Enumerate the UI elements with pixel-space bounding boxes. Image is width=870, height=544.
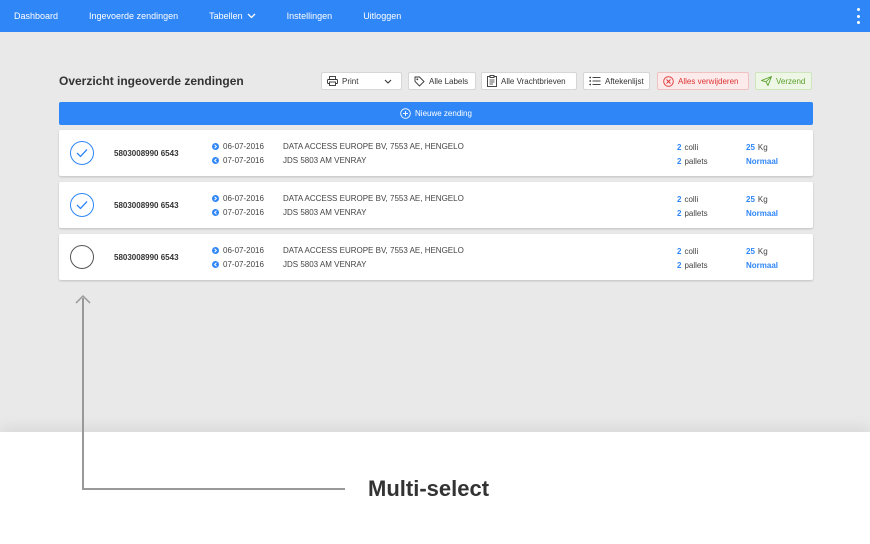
- page-title: Overzicht ingeoverde zendingen: [59, 74, 244, 88]
- pickup-line: 06-07-2016 DATA ACCESS EUROPE BV, 7553 A…: [212, 142, 464, 151]
- nav-dashboard[interactable]: Dashboard: [0, 11, 58, 21]
- shipment-id: 5803008990 6543: [114, 201, 179, 210]
- chevron-left-icon: [212, 261, 219, 268]
- aftekenlijst-button[interactable]: Aftekenlijst: [583, 72, 650, 90]
- tag-icon: [414, 76, 425, 87]
- kebab-vertical-icon[interactable]: [856, 8, 860, 24]
- nav-tabellen-label: Tabellen: [209, 11, 243, 21]
- delivery-date: 07-07-2016: [223, 156, 264, 165]
- plus-circle-icon: [400, 108, 411, 119]
- shipment-id: 5803008990 6543: [114, 253, 179, 262]
- shipment-id: 5803008990 6543: [114, 149, 179, 158]
- row-select-checkbox[interactable]: [70, 141, 94, 165]
- delete-all-label: Alles verwijderen: [678, 76, 739, 86]
- print-select[interactable]: Print: [321, 72, 402, 90]
- pickup-line: 06-07-2016 DATA ACCESS EUROPE BV, 7553 A…: [212, 246, 464, 255]
- chevron-left-icon: [212, 209, 219, 216]
- chevron-right-icon: [212, 247, 219, 254]
- delivery-line: 07-07-2016 JDS 5803 AM VENRAY: [212, 208, 366, 217]
- nav-instellingen[interactable]: Instellingen: [273, 11, 333, 21]
- nav-instellingen-label: Instellingen: [286, 11, 333, 21]
- all-vrachtbrieven-button[interactable]: Alle Vrachtbrieven: [481, 72, 577, 90]
- nav-ingevoerde-zendingen-label: Ingevoerde zendingen: [89, 11, 179, 21]
- annotation-pointer-line: [82, 488, 345, 490]
- send-button[interactable]: Verzend: [755, 72, 812, 90]
- send-date: 06-07-2016: [223, 142, 264, 151]
- annotation-label: Multi-select: [368, 476, 490, 501]
- chevron-right-icon: [212, 143, 219, 150]
- service-level: Normaal: [746, 157, 779, 166]
- arrow-up-icon: [75, 294, 91, 304]
- print-label: Print: [342, 76, 359, 86]
- nav-uitloggen[interactable]: Uitloggen: [349, 11, 401, 21]
- list-icon: [589, 76, 601, 86]
- send-date: 06-07-2016: [223, 246, 264, 255]
- chevron-down-icon: [247, 11, 256, 21]
- colli-count: 2 colli: [677, 143, 699, 152]
- service-level: Normaal: [746, 209, 779, 218]
- receiver-address: JDS 5803 AM VENRAY: [283, 208, 367, 217]
- sender-address: DATA ACCESS EUROPE BV, 7553 AE, HENGELO: [283, 246, 464, 255]
- paper-plane-icon: [761, 76, 772, 86]
- receiver-address: JDS 5803 AM VENRAY: [283, 260, 367, 269]
- row-select-checkbox[interactable]: [70, 193, 94, 217]
- nav-uitloggen-label: Uitloggen: [363, 11, 402, 21]
- aftekenlijst-label: Aftekenlijst: [605, 76, 644, 86]
- pallet-count: 2 pallets: [677, 261, 708, 270]
- sender-address: DATA ACCESS EUROPE BV, 7553 AE, HENGELO: [283, 194, 464, 203]
- weight: 25 Kg: [746, 247, 768, 256]
- check-icon: [76, 149, 88, 158]
- chevron-right-icon: [212, 195, 219, 202]
- sender-address: DATA ACCESS EUROPE BV, 7553 AE, HENGELO: [283, 142, 464, 151]
- chevron-left-icon: [212, 157, 219, 164]
- delivery-date: 07-07-2016: [223, 208, 264, 217]
- delivery-line: 07-07-2016 JDS 5803 AM VENRAY: [212, 260, 366, 269]
- all-vrachtbrieven-label: Alle Vrachtbrieven: [501, 76, 566, 86]
- colli-count: 2 colli: [677, 247, 699, 256]
- pallet-count: 2 pallets: [677, 209, 708, 218]
- new-shipment-button[interactable]: Nieuwe zending: [59, 102, 813, 125]
- send-label: Verzend: [776, 76, 806, 86]
- top-navbar: Dashboard Ingevoerde zendingen Tabellen …: [0, 0, 870, 32]
- check-icon: [76, 201, 88, 210]
- pickup-line: 06-07-2016 DATA ACCESS EUROPE BV, 7553 A…: [212, 194, 464, 203]
- receiver-address: JDS 5803 AM VENRAY: [283, 156, 367, 165]
- send-date: 06-07-2016: [223, 194, 264, 203]
- close-circle-icon: [663, 75, 674, 87]
- delete-all-button[interactable]: Alles verwijderen: [657, 72, 749, 90]
- all-labels-label: Alle Labels: [429, 76, 469, 86]
- shipment-row[interactable]: 5803008990 6543 06-07-2016 DATA ACCESS E…: [59, 182, 813, 228]
- nav-ingevoerde-zendingen[interactable]: Ingevoerde zendingen: [75, 11, 178, 21]
- printer-icon: [327, 76, 338, 86]
- nav-dashboard-label: Dashboard: [14, 11, 59, 21]
- row-select-checkbox[interactable]: [70, 245, 94, 269]
- shipment-row[interactable]: 5803008990 6543 06-07-2016 DATA ACCESS E…: [59, 130, 813, 176]
- nav-tabellen-dropdown[interactable]: Tabellen: [195, 11, 256, 21]
- delivery-date: 07-07-2016: [223, 260, 264, 269]
- clipboard-icon: [487, 75, 497, 87]
- new-shipment-label: Nieuwe zending: [415, 109, 472, 118]
- colli-count: 2 colli: [677, 195, 699, 204]
- annotation-pointer-line: [82, 298, 84, 489]
- all-labels-button[interactable]: Alle Labels: [408, 72, 476, 90]
- weight: 25 Kg: [746, 195, 768, 204]
- delivery-line: 07-07-2016 JDS 5803 AM VENRAY: [212, 156, 366, 165]
- pallet-count: 2 pallets: [677, 157, 708, 166]
- service-level: Normaal: [746, 261, 779, 270]
- chevron-down-icon: [384, 79, 392, 84]
- weight: 25 Kg: [746, 143, 768, 152]
- shipment-row[interactable]: 5803008990 6543 06-07-2016 DATA ACCESS E…: [59, 234, 813, 280]
